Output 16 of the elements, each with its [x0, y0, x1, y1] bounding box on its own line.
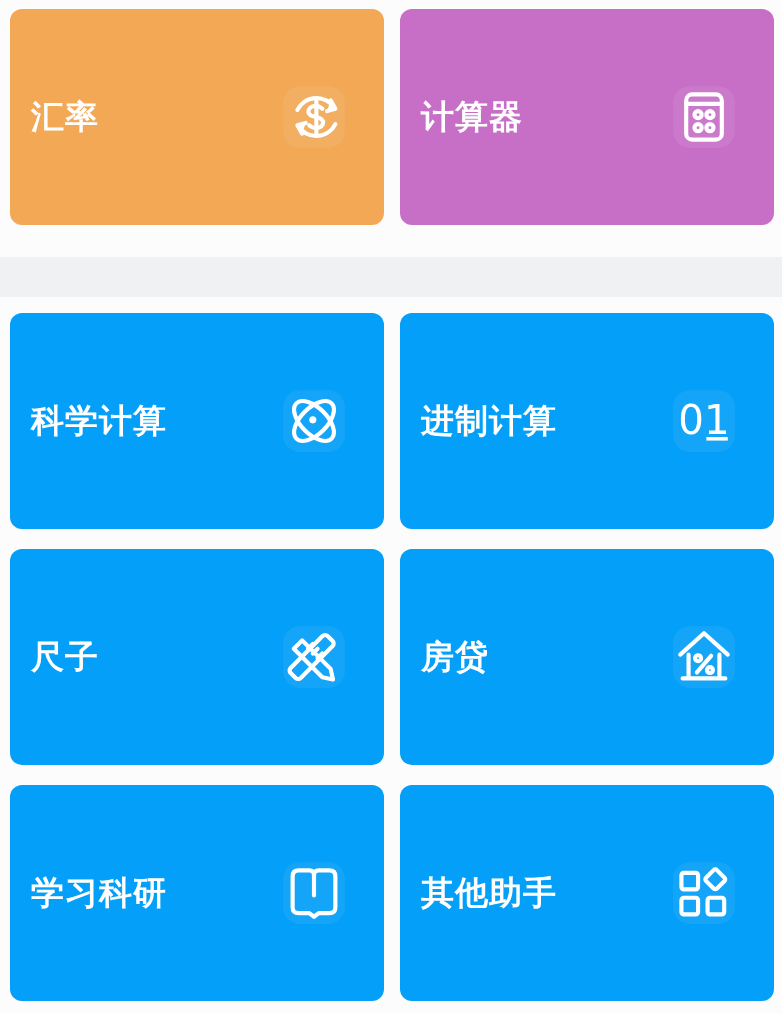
tool-tile[interactable]: 科学计算: [10, 313, 384, 529]
tool-tile[interactable]: 尺子: [10, 549, 384, 765]
tool-tile[interactable]: 房贷: [400, 549, 774, 765]
tool-tile[interactable]: 计算器: [400, 9, 774, 225]
tool-tile[interactable]: 进制计算 01: [400, 313, 774, 529]
tool-tile[interactable]: 汇率: [10, 9, 384, 225]
tile-label: 计算器: [421, 95, 523, 138]
tile-label: 房贷: [421, 635, 489, 678]
tile-label: 其他助手: [421, 871, 557, 914]
tile-label: 学习科研: [31, 871, 167, 914]
tool-tile[interactable]: 其他助手: [400, 785, 774, 1001]
tile-label: 汇率: [31, 95, 99, 138]
tool-tile[interactable]: 学习科研: [10, 785, 384, 1001]
tile-label: 科学计算: [31, 399, 167, 442]
tile-label: 尺子: [31, 635, 99, 678]
tile-label: 进制计算: [421, 399, 557, 442]
